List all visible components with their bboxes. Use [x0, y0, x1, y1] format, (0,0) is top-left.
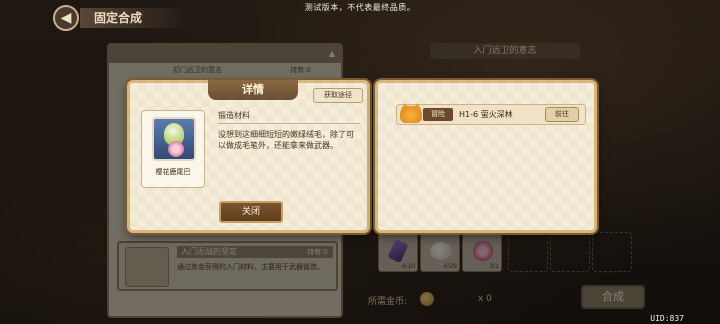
back-arrow-icon: ◀ [60, 10, 72, 26]
item-name: 樱花鹿尾巴 [155, 168, 191, 176]
user-id: UID:837 [650, 314, 684, 323]
item-icon-frame [152, 117, 196, 161]
source-row: 冒险 H1-6 萤火深林 前往 [396, 103, 586, 125]
source-type-badge: 冒险 [423, 108, 453, 121]
stage-name: H1-6 萤火深林 [459, 110, 513, 119]
item-category: 锻造材料 [218, 110, 360, 124]
item-detail-popup: 详情 获取途径 樱花鹿尾巴 锻造材料 没想到这细细短短的嫩绿绒毛，除了可以做成毛… [127, 80, 370, 233]
sakura-flower-icon [168, 141, 184, 157]
detail-popup-title: 详情 [208, 80, 298, 100]
item-card: 樱花鹿尾巴 [141, 110, 205, 188]
acquire-source-button[interactable]: 获取途径 [313, 88, 363, 103]
goto-button[interactable]: 前往 [545, 107, 579, 122]
page-title: 固定合成 [80, 8, 190, 28]
cat-adventure-icon [400, 103, 422, 123]
item-description: 没想到这细细短短的嫩绿绒毛，除了可以做成毛笔外，还能拿来做武器。 [218, 130, 354, 150]
close-button[interactable]: 关闭 [219, 201, 283, 223]
acquire-source-popup: 冒险 H1-6 萤火深林 前往 [375, 80, 597, 233]
back-button[interactable]: ◀ [53, 5, 79, 31]
